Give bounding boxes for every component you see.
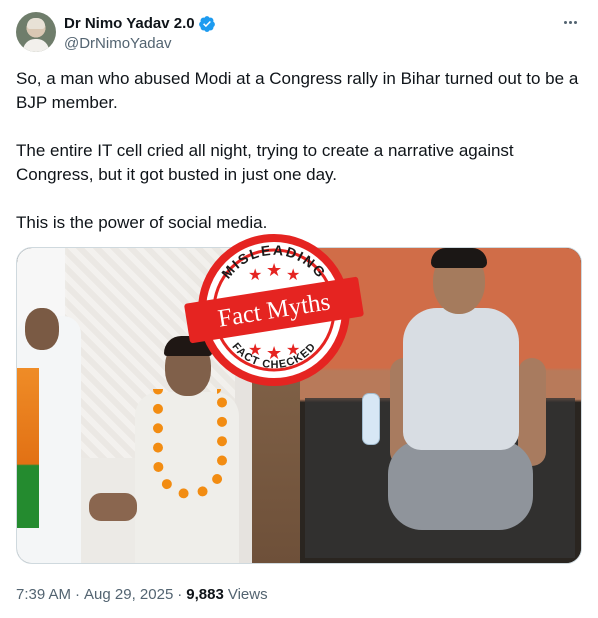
tweet-date[interactable]: Aug 29, 2025 <box>84 586 173 603</box>
tweet-paragraph: The entire IT cell cried all night, tryi… <box>16 141 514 184</box>
person-with-garland <box>135 336 239 563</box>
vest <box>403 308 519 450</box>
tweet-card: Dr Nimo Yadav 2.0 @DrNimoYadav So, a man… <box>0 0 598 618</box>
views-count[interactable]: 9,883 <box>186 586 224 603</box>
views-label: Views <box>227 585 268 603</box>
tweet-paragraph: So, a man who abused Modi at a Congress … <box>16 69 579 112</box>
shorts <box>388 440 533 530</box>
water-bottle <box>362 393 380 445</box>
more-options-icon[interactable] <box>558 12 582 32</box>
seated-man <box>388 248 546 563</box>
marigold-garland <box>153 389 227 499</box>
tweet-time[interactable]: 7:39 AM <box>16 586 71 603</box>
tweet-text: So, a man who abused Modi at a Congress … <box>16 67 582 235</box>
photo-right[interactable] <box>300 248 581 563</box>
footer-separator: · <box>177 585 183 603</box>
person-left <box>17 308 81 563</box>
handle[interactable]: @DrNimoYadav <box>64 34 216 54</box>
tweet-header: Dr Nimo Yadav 2.0 @DrNimoYadav <box>16 12 582 54</box>
party-scarf <box>17 368 39 528</box>
tweet-paragraph: This is the power of social media. <box>16 213 268 232</box>
seated-man-hair <box>431 248 487 268</box>
display-name[interactable]: Dr Nimo Yadav 2.0 <box>64 14 195 34</box>
handshake <box>89 493 137 521</box>
person-left-head <box>25 308 59 350</box>
person-hair <box>164 336 212 356</box>
wooden-door <box>252 248 300 563</box>
tweet-media[interactable] <box>16 247 582 564</box>
avatar[interactable] <box>16 12 56 52</box>
footer-separator: · <box>75 585 81 603</box>
name-row: Dr Nimo Yadav 2.0 <box>64 14 216 34</box>
photo-left[interactable] <box>17 248 300 563</box>
author-names: Dr Nimo Yadav 2.0 @DrNimoYadav <box>64 12 216 54</box>
verified-badge-icon <box>198 16 215 32</box>
tweet-footer: 7:39 AM · Aug 29, 2025 · 9,883 Views <box>16 584 268 604</box>
